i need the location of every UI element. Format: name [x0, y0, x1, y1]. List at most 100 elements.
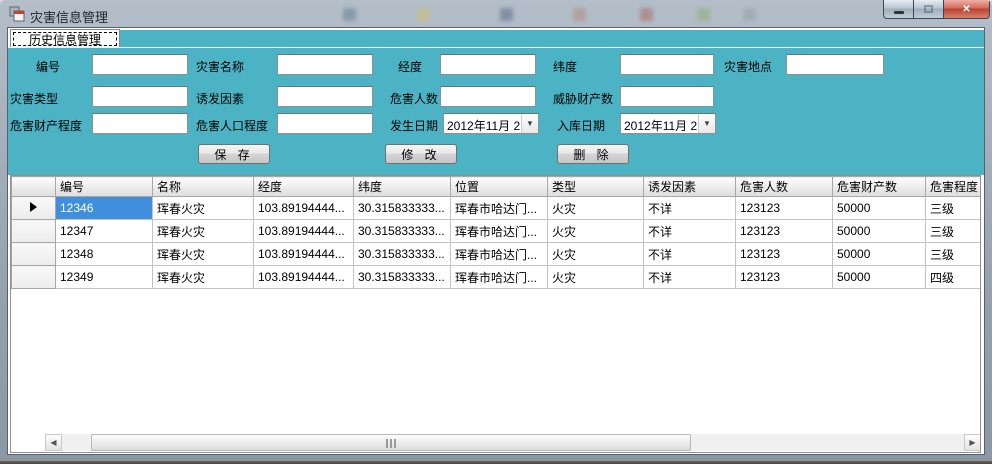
grid-cell[interactable]: 12349	[56, 266, 153, 289]
grid-cell[interactable]: 珲春火灾	[153, 266, 254, 289]
column-header[interactable]: 危害程度	[926, 177, 982, 197]
grid-cell[interactable]: 50000	[833, 266, 926, 289]
grid-cell[interactable]: 三级	[926, 197, 982, 220]
grid-cell[interactable]: 30.315833333...	[354, 243, 451, 266]
minimize-button[interactable]	[883, 0, 913, 19]
table-row: 12349 珲春火灾 103.89194444... 30.315833333.…	[12, 266, 982, 289]
modify-button[interactable]: 修 改	[385, 144, 457, 164]
grid-cell[interactable]: 三级	[926, 243, 982, 266]
grid-cell[interactable]: 103.89194444...	[254, 266, 354, 289]
column-header[interactable]: 类型	[548, 177, 644, 197]
grid-cell[interactable]: 103.89194444...	[254, 220, 354, 243]
tab-history-management[interactable]: 历史信息管理	[10, 29, 120, 47]
grid-cell[interactable]: 不详	[644, 243, 736, 266]
grid-cell[interactable]: 珲春火灾	[153, 197, 254, 220]
column-header[interactable]: 编号	[56, 177, 153, 197]
grid-cell[interactable]: 123123	[736, 197, 833, 220]
window-controls: ✕	[883, 0, 990, 19]
grid-cell[interactable]: 珲春火灾	[153, 243, 254, 266]
ghost-icon	[640, 8, 653, 21]
harmed-people-input[interactable]	[440, 86, 536, 107]
grid-cell[interactable]: 103.89194444...	[254, 197, 354, 220]
grid-cell[interactable]: 123123	[736, 266, 833, 289]
id-input[interactable]	[92, 54, 188, 75]
grid-cell[interactable]: 珲春市哈达门...	[451, 266, 548, 289]
grid-cell[interactable]: 珲春火灾	[153, 220, 254, 243]
grid-cell[interactable]: 四级	[926, 266, 982, 289]
grid-cell[interactable]: 30.315833333...	[354, 220, 451, 243]
occur-date-value: 2012年11月 2日	[447, 117, 532, 134]
store-date-picker[interactable]: 2012年11月 2日 ▼	[620, 113, 716, 134]
grid-cell[interactable]: 50000	[833, 243, 926, 266]
scrollbar-thumb[interactable]	[91, 434, 691, 451]
grid-cell[interactable]: 30.315833333...	[354, 197, 451, 220]
grid-cell[interactable]: 火灾	[548, 197, 644, 220]
occur-date-picker[interactable]: 2012年11月 2日 ▼	[443, 113, 539, 134]
column-header[interactable]: 位置	[451, 177, 548, 197]
delete-button[interactable]: 删 除	[557, 144, 629, 164]
grid-cell[interactable]: 123123	[736, 243, 833, 266]
close-button[interactable]: ✕	[943, 0, 990, 19]
row-header[interactable]	[12, 197, 56, 220]
label-property-degree: 危害财产程度	[10, 117, 82, 134]
column-header[interactable]: 危害财产数	[833, 177, 926, 197]
column-header[interactable]: 经度	[254, 177, 354, 197]
grid-table: 编号 名称 经度 纬度 位置 类型 诱发因素 危害人数 危害财产数 危害程度 1…	[11, 176, 981, 289]
row-header[interactable]	[12, 220, 56, 243]
grid-cell[interactable]: 50000	[833, 197, 926, 220]
grid-cell[interactable]: 火灾	[548, 266, 644, 289]
row-header[interactable]	[12, 243, 56, 266]
column-header[interactable]: 纬度	[354, 177, 451, 197]
grid-cell[interactable]: 不详	[644, 220, 736, 243]
grid-cell[interactable]: 三级	[926, 220, 982, 243]
grid-cell[interactable]: 珲春市哈达门...	[451, 220, 548, 243]
grid-cell[interactable]: 不详	[644, 266, 736, 289]
latitude-input[interactable]	[620, 54, 714, 75]
column-header[interactable]: 诱发因素	[644, 177, 736, 197]
grid-cell[interactable]: 火灾	[548, 220, 644, 243]
maximize-button[interactable]	[913, 0, 943, 19]
scroll-right-button[interactable]: ▶	[964, 434, 981, 451]
client-area: 历史信息管理 编号 灾害名称 经度 纬度 灾害地点 灾害类型 诱发因素 危害人数…	[8, 28, 984, 454]
current-row-arrow-icon	[30, 202, 37, 212]
label-occur-date: 发生日期	[390, 117, 438, 134]
threatened-property-input[interactable]	[620, 86, 714, 107]
tab-strip: 历史信息管理	[8, 28, 984, 47]
disaster-name-input[interactable]	[277, 54, 373, 75]
tab-label: 历史信息管理	[13, 32, 117, 46]
grid-cell[interactable]: 30.315833333...	[354, 266, 451, 289]
property-degree-input[interactable]	[92, 113, 188, 134]
scroll-left-icon: ◀	[50, 438, 56, 447]
grid-cell[interactable]: 103.89194444...	[254, 243, 354, 266]
table-row: 12348 珲春火灾 103.89194444... 30.315833333.…	[12, 243, 982, 266]
grid-cell[interactable]: 不详	[644, 197, 736, 220]
label-factor: 诱发因素	[196, 90, 244, 107]
row-header[interactable]	[12, 266, 56, 289]
label-store-date: 入库日期	[557, 117, 605, 134]
grid-cell[interactable]: 珲春市哈达门...	[451, 197, 548, 220]
label-longitude: 经度	[398, 58, 422, 75]
horizontal-scrollbar[interactable]: ◀ ▶	[45, 434, 981, 451]
longitude-input[interactable]	[440, 54, 536, 75]
grid-cell[interactable]: 50000	[833, 220, 926, 243]
disaster-type-input[interactable]	[92, 86, 188, 107]
scrollbar-grip-icon	[386, 439, 396, 448]
population-degree-input[interactable]	[277, 113, 373, 134]
title-bar[interactable]: 灾害信息管理 ✕	[0, 0, 992, 28]
grid-cell[interactable]: 火灾	[548, 243, 644, 266]
column-header[interactable]: 名称	[153, 177, 254, 197]
trigger-factor-input[interactable]	[277, 86, 373, 107]
grid-cell-selected[interactable]: 12346	[56, 197, 153, 220]
scroll-left-button[interactable]: ◀	[45, 434, 62, 451]
grid-cell[interactable]: 珲春市哈达门...	[451, 243, 548, 266]
grid-cell[interactable]: 12348	[56, 243, 153, 266]
grid-cell[interactable]: 123123	[736, 220, 833, 243]
save-button[interactable]: 保 存	[198, 144, 270, 164]
grid-corner-cell	[12, 177, 56, 197]
chevron-down-icon[interactable]: ▼	[521, 114, 538, 133]
disaster-place-input[interactable]	[786, 54, 884, 75]
column-header[interactable]: 危害人数	[736, 177, 833, 197]
ghost-icon	[500, 8, 513, 21]
chevron-down-icon[interactable]: ▼	[698, 114, 715, 133]
grid-cell[interactable]: 12347	[56, 220, 153, 243]
